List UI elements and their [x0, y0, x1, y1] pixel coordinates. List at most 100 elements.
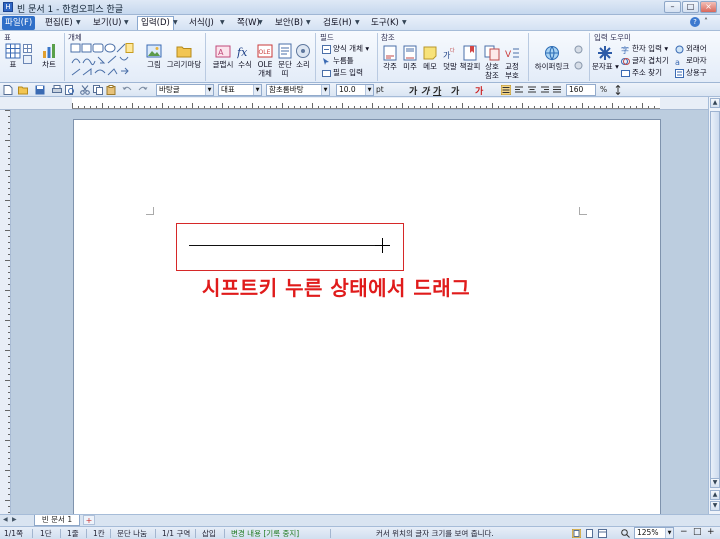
align-right-icon[interactable] [540, 85, 550, 95]
menu-format[interactable]: 서식(J) [186, 16, 217, 30]
menu-review[interactable]: 검토(H) [320, 16, 355, 30]
link-icon[interactable] [574, 45, 583, 54]
menu-security[interactable]: 보안(B) [272, 16, 306, 30]
chevron-down-icon[interactable]: ▼ [220, 19, 225, 26]
cut-icon[interactable] [80, 85, 90, 95]
paste-icon[interactable] [106, 85, 116, 95]
font-color-button[interactable]: 가 [475, 84, 483, 97]
zoom-icon[interactable] [621, 529, 630, 538]
drawn-line[interactable] [189, 245, 383, 246]
menu-tools[interactable]: 도구(K) [368, 16, 402, 30]
new-document-icon[interactable] [3, 85, 13, 95]
char-overlap-item[interactable]: 글자 겹치기 [621, 56, 669, 66]
menu-input[interactable]: 입력(D) [137, 16, 174, 30]
document-page[interactable]: 시프트키 누른 상태에서 드래그 [73, 119, 661, 514]
tab-prev-icon[interactable]: ◀ [3, 516, 8, 523]
language-select[interactable]: 대표 ▼ [218, 84, 262, 96]
picture-button[interactable]: 그림 [143, 43, 165, 69]
print-icon[interactable] [52, 85, 62, 95]
table-edit-icon[interactable] [23, 44, 32, 53]
footnote-button[interactable]: 각주 [380, 45, 400, 71]
align-center-icon[interactable] [527, 85, 537, 95]
font-select[interactable]: 함초롬바탕 ▼ [266, 84, 330, 96]
scroll-up-button[interactable]: ▲ [710, 98, 720, 108]
sound-button[interactable]: 소리 [294, 43, 312, 69]
paragraph-band-button[interactable]: 문단 띠 [276, 43, 294, 78]
font-size-select[interactable]: 10.0 ▼ [336, 84, 374, 96]
chevron-up-icon[interactable]: ˄ [704, 17, 708, 26]
zoom-fit-icon[interactable]: □ [693, 527, 702, 537]
add-tab-button[interactable]: + [83, 515, 95, 525]
bold-button[interactable]: 가 [409, 84, 417, 97]
zoom-select[interactable]: 125% ▼ [634, 527, 674, 539]
chevron-down-icon[interactable]: ▼ [124, 19, 129, 26]
bookmark-button[interactable]: 책갈피 [459, 45, 481, 71]
italic-button[interactable]: 가 [421, 84, 429, 97]
chart-button[interactable]: 차트 [38, 43, 60, 69]
chevron-down-icon[interactable]: ▼ [76, 19, 81, 26]
underline-button[interactable]: 가 [433, 84, 441, 97]
tab-document-1[interactable]: 빈 문서 1 [34, 515, 80, 526]
cell-icon[interactable] [23, 55, 32, 64]
line-spacing-select[interactable]: 160 [566, 84, 596, 96]
chevron-down-icon[interactable]: ▼ [306, 19, 311, 26]
roman-item[interactable]: a 로마자 [675, 56, 707, 66]
style-select[interactable]: 바탕글 ▼ [156, 84, 214, 96]
minimize-button[interactable]: – [664, 1, 681, 13]
tab-next-icon[interactable]: ▶ [12, 516, 17, 523]
click-here-item[interactable]: 누름틀 [322, 56, 354, 66]
endnote-button[interactable]: 미주 [400, 45, 420, 71]
ole-button[interactable]: OLE OLE 개체 [254, 43, 276, 78]
scroll-down-button[interactable]: ▼ [710, 478, 720, 488]
vertical-ruler[interactable] [0, 110, 11, 514]
correction-mark-button[interactable]: V 교정 부호 [502, 45, 522, 80]
align-justify-icon[interactable] [501, 85, 511, 95]
drawing-button[interactable]: 그리기마당 [166, 43, 202, 69]
copy-icon[interactable] [93, 85, 103, 95]
undo-icon[interactable] [122, 85, 132, 95]
hanja-input-item[interactable]: 字 한자 입력 ▾ [621, 44, 668, 54]
web-view-icon[interactable] [598, 529, 607, 538]
char-table-button[interactable]: 문자표 ▾ [592, 45, 619, 71]
foreign-word-item[interactable]: 외래어 [675, 44, 707, 54]
status-insert-mode[interactable]: 삽입 [202, 528, 216, 539]
chevron-down-icon[interactable]: ▼ [258, 19, 263, 26]
scroll-thumb[interactable] [710, 111, 720, 483]
prev-page-button[interactable]: ▲ [710, 490, 720, 500]
wordart-button[interactable]: A 글맵시 [210, 43, 236, 69]
open-folder-icon[interactable] [18, 85, 28, 95]
help-icon[interactable]: ? [690, 17, 700, 27]
frequent-phrase-item[interactable]: 상용구 [675, 68, 707, 78]
menu-file[interactable]: 파일(F) [2, 16, 36, 30]
formula-button[interactable]: fx 수식 [236, 43, 254, 69]
chevron-down-icon[interactable]: ▼ [173, 19, 178, 26]
preview-icon[interactable] [65, 85, 75, 95]
chevron-down-icon[interactable]: ▼ [402, 19, 407, 26]
draft-view-icon[interactable] [585, 529, 594, 538]
horizontal-ruler[interactable] [0, 97, 720, 110]
close-button[interactable]: × [700, 1, 717, 13]
cross-reference-button[interactable]: 상호 참조 [482, 45, 502, 80]
field-input-item[interactable]: 필드 입력 [322, 68, 363, 78]
align-left-icon[interactable] [514, 85, 524, 95]
status-track-changes[interactable]: 변경 내용 [기록 중지] [231, 528, 299, 539]
vertical-scrollbar[interactable]: ▲ ▼ ▲ ▼ [708, 97, 720, 514]
zoom-in-icon[interactable]: + [707, 527, 715, 537]
chevron-down-icon[interactable]: ▼ [355, 19, 360, 26]
hyperlink-button[interactable]: 하이퍼링크 [531, 45, 573, 71]
page-view-icon[interactable] [572, 529, 581, 538]
maximize-button[interactable]: □ [682, 1, 699, 13]
form-object-item[interactable]: 양식 개체 ▾ [322, 44, 369, 54]
link-edit-icon[interactable] [574, 61, 583, 70]
line-spacing-icon[interactable] [613, 85, 623, 95]
shapes-gallery[interactable] [70, 43, 134, 79]
memo-button[interactable]: 메모 [420, 45, 440, 71]
zoom-out-icon[interactable]: − [680, 527, 688, 537]
menu-edit[interactable]: 편집(E) [42, 16, 76, 30]
redo-icon[interactable] [138, 85, 148, 95]
find-address-item[interactable]: 주소 찾기 [621, 68, 662, 78]
annotation-button[interactable]: 가다 덧말 [440, 45, 460, 71]
menu-view[interactable]: 보기(U) [90, 16, 125, 30]
strikethrough-button[interactable]: 가 [451, 84, 459, 97]
next-page-button[interactable]: ▼ [710, 501, 720, 511]
